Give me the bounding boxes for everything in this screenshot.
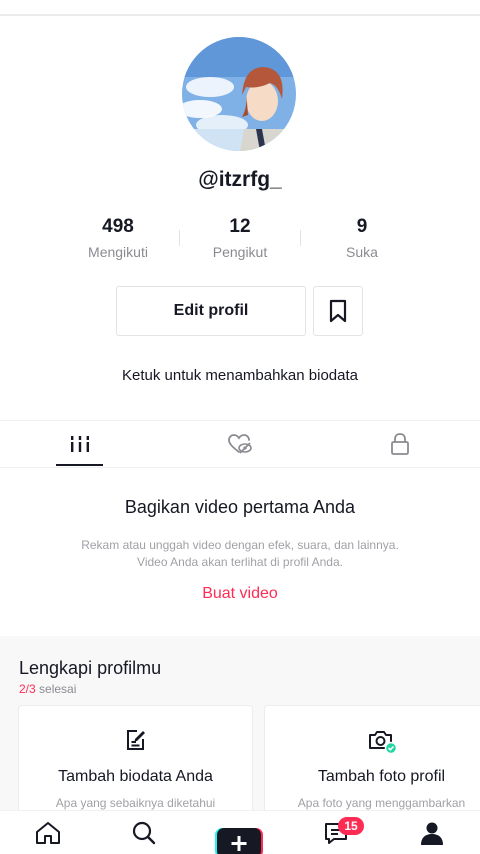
progress-done-count: 2/3	[19, 682, 36, 696]
nav-profile[interactable]	[384, 811, 480, 854]
stat-likes-label: Suka	[346, 244, 378, 260]
camera-icon	[368, 731, 397, 754]
stat-followers-label: Pengikut	[212, 244, 268, 260]
stat-followers-value: 12	[229, 216, 251, 237]
edit-bio-icon	[126, 730, 145, 750]
empty-state-description-line: Rekam atau unggah video dengan efek, sua…	[81, 538, 399, 552]
tab-videos[interactable]	[0, 421, 160, 467]
card-icon-wrap	[19, 728, 252, 752]
nav-discover[interactable]	[96, 811, 192, 854]
tab-private[interactable]	[320, 421, 480, 467]
empty-state-description-line: Video Anda akan terlihat di profil Anda.	[137, 555, 343, 569]
stat-following[interactable]: 498 Mengikuti	[58, 214, 178, 260]
stat-likes[interactable]: 9 Suka	[302, 214, 422, 260]
stat-followers[interactable]: 12 Pengikut	[180, 214, 300, 260]
add-bio-prompt[interactable]: Ketuk untuk menambahkan biodata	[0, 367, 480, 384]
nav-home[interactable]	[0, 811, 96, 854]
bookmark-icon	[329, 299, 347, 323]
stat-following-value: 498	[102, 216, 134, 237]
top-divider	[0, 14, 480, 16]
edit-profile-button[interactable]: Edit profil	[116, 286, 306, 336]
complete-profile-title: Lengkapi profilmu	[19, 658, 162, 678]
search-icon	[132, 821, 156, 845]
nav-inbox[interactable]	[288, 811, 384, 854]
avatar[interactable]	[182, 37, 296, 151]
profile-icon	[421, 822, 443, 845]
grid-icon	[71, 436, 89, 452]
active-tab-indicator	[56, 464, 103, 466]
profile-tabs	[0, 420, 480, 468]
bottom-nav	[0, 810, 480, 854]
empty-state-description: Rekam atau unggah video dengan efek, sua…	[40, 537, 440, 571]
bookmark-button[interactable]	[313, 286, 363, 336]
create-video-link[interactable]: Buat video	[0, 585, 480, 603]
empty-state-title: Bagikan video pertama Anda	[124, 497, 356, 517]
lock-icon	[391, 433, 409, 455]
card-icon-wrap	[265, 728, 480, 754]
username: @itzrfg_	[198, 168, 282, 191]
card-description: Apa foto yang menggambarkan	[297, 796, 466, 810]
complete-profile-progress: 2/3 selesai	[19, 682, 76, 696]
card-title: Tambah foto profil	[317, 768, 446, 785]
liked-hidden-icon	[228, 434, 252, 454]
card-description: Apa yang sebaiknya diketahui	[55, 796, 216, 810]
stat-likes-value: 9	[356, 216, 368, 237]
inbox-badge: 15	[338, 817, 364, 835]
home-icon	[36, 822, 60, 844]
progress-suffix: selesai	[39, 682, 77, 696]
card-title: Tambah biodata Anda	[58, 768, 213, 785]
stat-following-label: Mengikuti	[88, 244, 148, 260]
stat-divider	[300, 230, 301, 246]
create-icon[interactable]	[215, 828, 263, 854]
tab-liked[interactable]	[160, 421, 320, 467]
avatar-image	[182, 37, 296, 151]
